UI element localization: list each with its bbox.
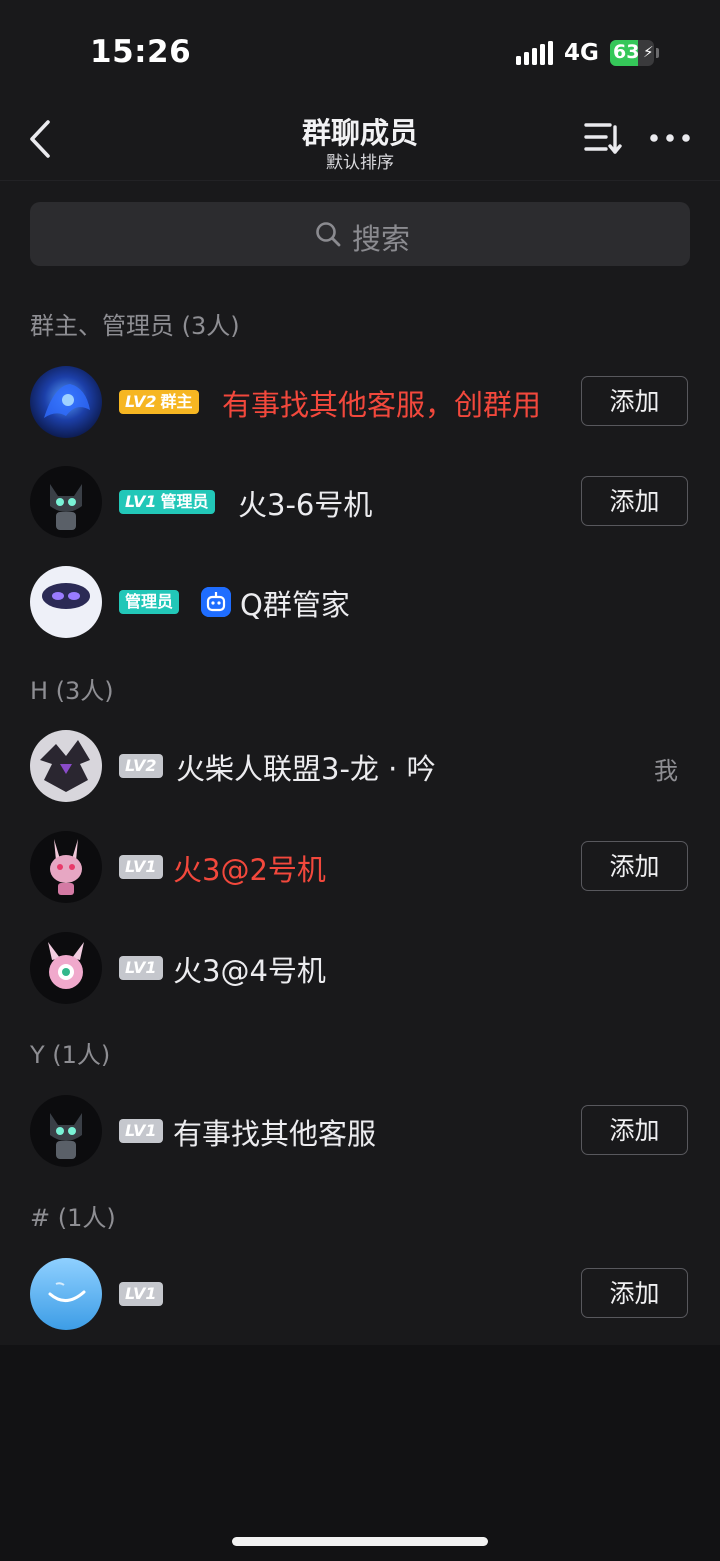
network-type: 4G: [564, 40, 599, 66]
search-icon: [316, 222, 341, 247]
member-name: 火3@4号机: [173, 954, 326, 988]
add-friend-button[interactable]: 添加: [581, 1105, 688, 1155]
avatar[interactable]: [30, 566, 102, 638]
member-name: 火柴人联盟3-龙 · 吟: [176, 752, 436, 786]
battery-icon: 63 ⚡: [610, 40, 659, 66]
level-badge: LV1: [119, 855, 163, 879]
search-placeholder: 搜索: [352, 222, 411, 256]
more-dots-icon[interactable]: [646, 124, 694, 152]
role-badge: 管理员: [119, 590, 180, 614]
empty-area: [0, 1345, 720, 1561]
status-bar: 15:26 4G 63 ⚡: [0, 0, 720, 100]
robot-icon: [201, 587, 231, 617]
search-input[interactable]: 搜索: [30, 202, 690, 266]
section-header-hash: # (1人): [30, 1204, 116, 1232]
charging-bolt-icon: ⚡: [643, 43, 654, 61]
status-time: 15:26: [90, 34, 192, 70]
avatar[interactable]: [30, 366, 102, 438]
self-label: 我: [654, 757, 678, 785]
level-badge: LV2: [119, 754, 163, 778]
member-row[interactable]: 管理员 Q群管家: [0, 552, 720, 652]
member-name: 火3-6号机: [238, 488, 373, 522]
level-badge: LV1: [119, 1119, 163, 1143]
role-badge: LV2 群主: [119, 390, 199, 414]
member-name: 有事找其他客服，创群用: [222, 388, 542, 422]
member-row[interactable]: LV2 火柴人联盟3-龙 · 吟 我: [0, 716, 720, 816]
member-name: 有事找其他客服: [173, 1117, 377, 1151]
battery-level: 63: [613, 41, 640, 63]
avatar[interactable]: [30, 831, 102, 903]
role-badge: LV1 管理员: [119, 490, 215, 514]
member-name: 火3@2号机: [173, 853, 326, 887]
signal-icon: [516, 41, 553, 65]
sort-icon[interactable]: [582, 118, 624, 158]
member-row[interactable]: LV1 管理员 火3-6号机 添加: [0, 452, 720, 552]
avatar[interactable]: [30, 1095, 102, 1167]
avatar[interactable]: [30, 730, 102, 802]
avatar[interactable]: [30, 1258, 102, 1330]
member-row[interactable]: LV1 火3@4号机: [0, 918, 720, 1018]
level-badge: LV1: [119, 1282, 163, 1306]
avatar[interactable]: [30, 466, 102, 538]
add-friend-button[interactable]: 添加: [581, 841, 688, 891]
nav-bar: 群聊成员 默认排序: [0, 100, 720, 181]
member-row[interactable]: LV1 有事找其他客服 添加: [0, 1081, 720, 1181]
member-name: Q群管家: [240, 588, 350, 622]
section-header-y: Y (1人): [30, 1041, 111, 1069]
add-friend-button[interactable]: 添加: [581, 476, 688, 526]
level-badge: LV1: [119, 956, 163, 980]
home-indicator[interactable]: [232, 1537, 488, 1546]
member-row[interactable]: LV2 群主 有事找其他客服，创群用 添加: [0, 352, 720, 452]
add-friend-button[interactable]: 添加: [581, 376, 688, 426]
member-row[interactable]: LV1 添加: [0, 1244, 720, 1344]
avatar[interactable]: [30, 932, 102, 1004]
add-friend-button[interactable]: 添加: [581, 1268, 688, 1318]
section-header-admins: 群主、管理员 (3人): [30, 312, 240, 340]
member-row[interactable]: LV1 火3@2号机 添加: [0, 817, 720, 917]
section-header-h: H (3人): [30, 677, 114, 705]
